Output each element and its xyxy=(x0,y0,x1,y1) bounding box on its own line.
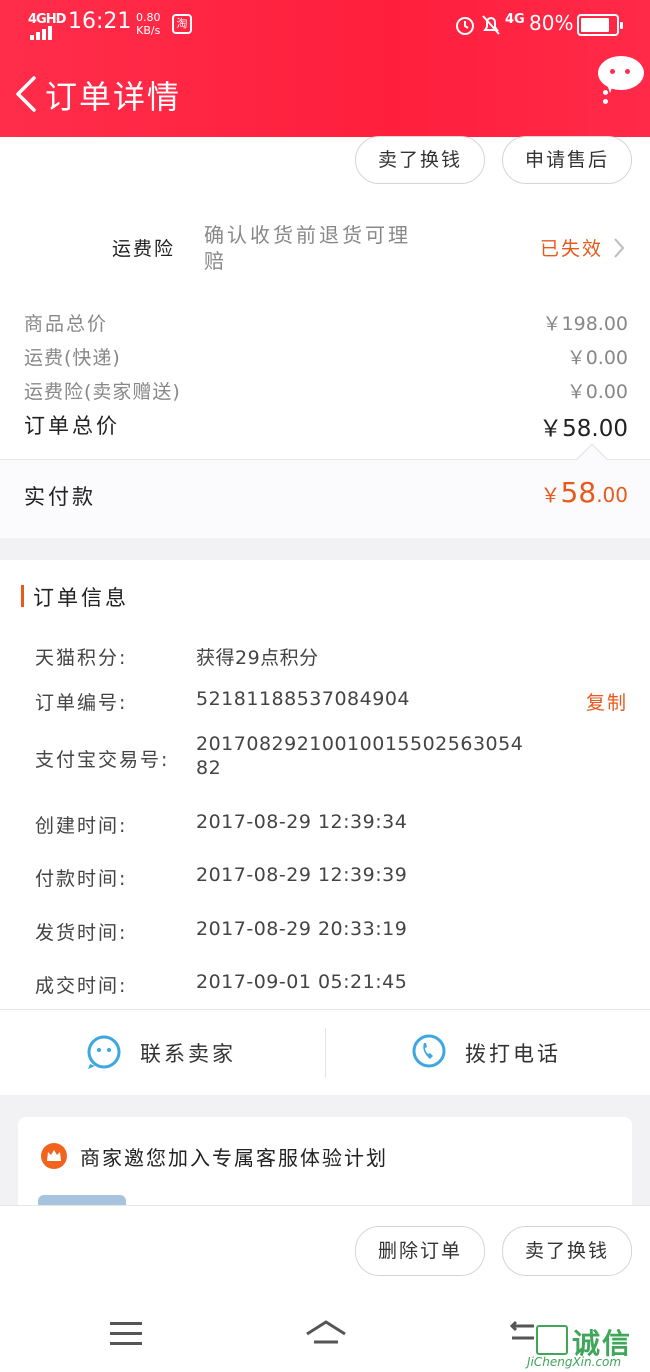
order-total-label: 订单总价 xyxy=(24,414,120,438)
goods-total-value: ￥198.00 xyxy=(542,313,628,335)
created-label: 创建时间: xyxy=(35,815,128,837)
contact-seller-label: 联系卖家 xyxy=(140,1042,236,1066)
home-icon[interactable] xyxy=(304,1318,348,1350)
shipped-label: 发货时间: xyxy=(35,922,128,944)
deal-label: 成交时间: xyxy=(35,975,128,997)
insurance-label: 运费险 xyxy=(112,238,176,260)
insurance-fee-value: ￥0.00 xyxy=(566,381,628,403)
crown-icon xyxy=(41,1143,67,1169)
status-bar: 4GHD 16:21 0.80 KB/s 淘 4G 80% xyxy=(0,0,650,50)
back-nav-icon[interactable] xyxy=(506,1320,536,1348)
paid-currency: ￥ xyxy=(540,483,561,507)
paid-time-value: 2017-08-29 12:39:39 xyxy=(196,864,408,886)
paid-label: 实付款 xyxy=(24,485,96,509)
shipping-value: ￥0.00 xyxy=(566,347,628,369)
order-total-value: ￥58.00 xyxy=(539,416,628,442)
order-no-value: 52181188537084904 xyxy=(196,688,411,710)
phone-icon xyxy=(412,1034,446,1068)
goods-total-label: 商品总价 xyxy=(24,313,109,335)
section-marker xyxy=(21,585,24,607)
taobao-notification-icon: 淘 xyxy=(172,14,192,34)
menu-icon[interactable] xyxy=(110,1320,144,1348)
call-phone-label: 拨打电话 xyxy=(465,1042,561,1066)
chat-bubble-icon[interactable] xyxy=(598,56,644,90)
deal-value: 2017-09-01 05:21:45 xyxy=(196,971,408,993)
order-info-title: 订单信息 xyxy=(33,586,129,610)
sell-for-cash-button[interactable]: 卖了换钱 xyxy=(355,136,485,184)
page-title: 订单详情 xyxy=(45,78,182,116)
copy-button[interactable]: 复制 xyxy=(586,688,628,715)
insurance-desc: 确认收货前退货可理赔 xyxy=(204,223,411,273)
contact-seller-button[interactable]: 联系卖家 xyxy=(0,1010,325,1094)
alarm-icon xyxy=(456,17,474,35)
points-value: 获得29点积分 xyxy=(196,647,319,669)
back-icon[interactable] xyxy=(10,74,46,114)
divider xyxy=(0,459,650,460)
promo-title: 商家邀您加入专属客服体验计划 xyxy=(80,1146,388,1170)
net-speed-value: 0.80 xyxy=(136,11,161,24)
points-label: 天猫积分: xyxy=(35,647,128,669)
call-phone-button[interactable]: 拨打电话 xyxy=(325,1010,650,1094)
chevron-right-icon[interactable] xyxy=(612,236,626,260)
order-no-label: 订单编号: xyxy=(35,692,128,714)
insurance-status[interactable]: 已失效 xyxy=(540,234,603,261)
alipay-value-line1: 201708292100100155025630​54 xyxy=(196,733,524,755)
created-value: 2017-08-29 12:39:34 xyxy=(196,811,408,833)
battery-icon xyxy=(577,14,623,36)
insurance-fee-label: 运费险(卖家赠送) xyxy=(24,381,181,403)
paid-integer: 58 xyxy=(560,476,597,509)
paid-time-label: 付款时间: xyxy=(35,868,128,890)
cellular-type: 4G xyxy=(505,12,525,27)
network-type: 4GHD xyxy=(28,12,66,27)
alipay-value-line2: 82 xyxy=(196,757,222,779)
more-menu-icon[interactable] xyxy=(603,90,609,108)
delete-order-button[interactable]: 删除订单 xyxy=(355,1226,485,1276)
shipping-label: 运费(快递) xyxy=(24,347,121,369)
clock: 16:21 xyxy=(68,9,132,34)
mute-icon xyxy=(482,15,500,35)
net-speed: 0.80 KB/s xyxy=(136,11,161,37)
chat-face-icon xyxy=(87,1035,121,1069)
paid-decimal: .00 xyxy=(596,483,628,507)
watermark-logo xyxy=(536,1325,568,1355)
paid-amount: ￥58.00 xyxy=(541,476,628,509)
alipay-label: 支付宝交易号: xyxy=(35,749,170,771)
watermark-sub: JiChengXin.com xyxy=(527,1355,622,1369)
battery-percent: 80% xyxy=(529,11,574,35)
app-header: 4GHD 16:21 0.80 KB/s 淘 4G 80% 订单详情 xyxy=(0,0,650,137)
apply-aftersale-button[interactable]: 申请售后 xyxy=(502,136,632,184)
net-speed-unit: KB/s xyxy=(136,24,161,37)
signal-icon xyxy=(30,26,52,40)
sell-for-cash-footer-button[interactable]: 卖了换钱 xyxy=(502,1226,632,1276)
shipped-value: 2017-08-29 20:33:19 xyxy=(196,918,408,940)
